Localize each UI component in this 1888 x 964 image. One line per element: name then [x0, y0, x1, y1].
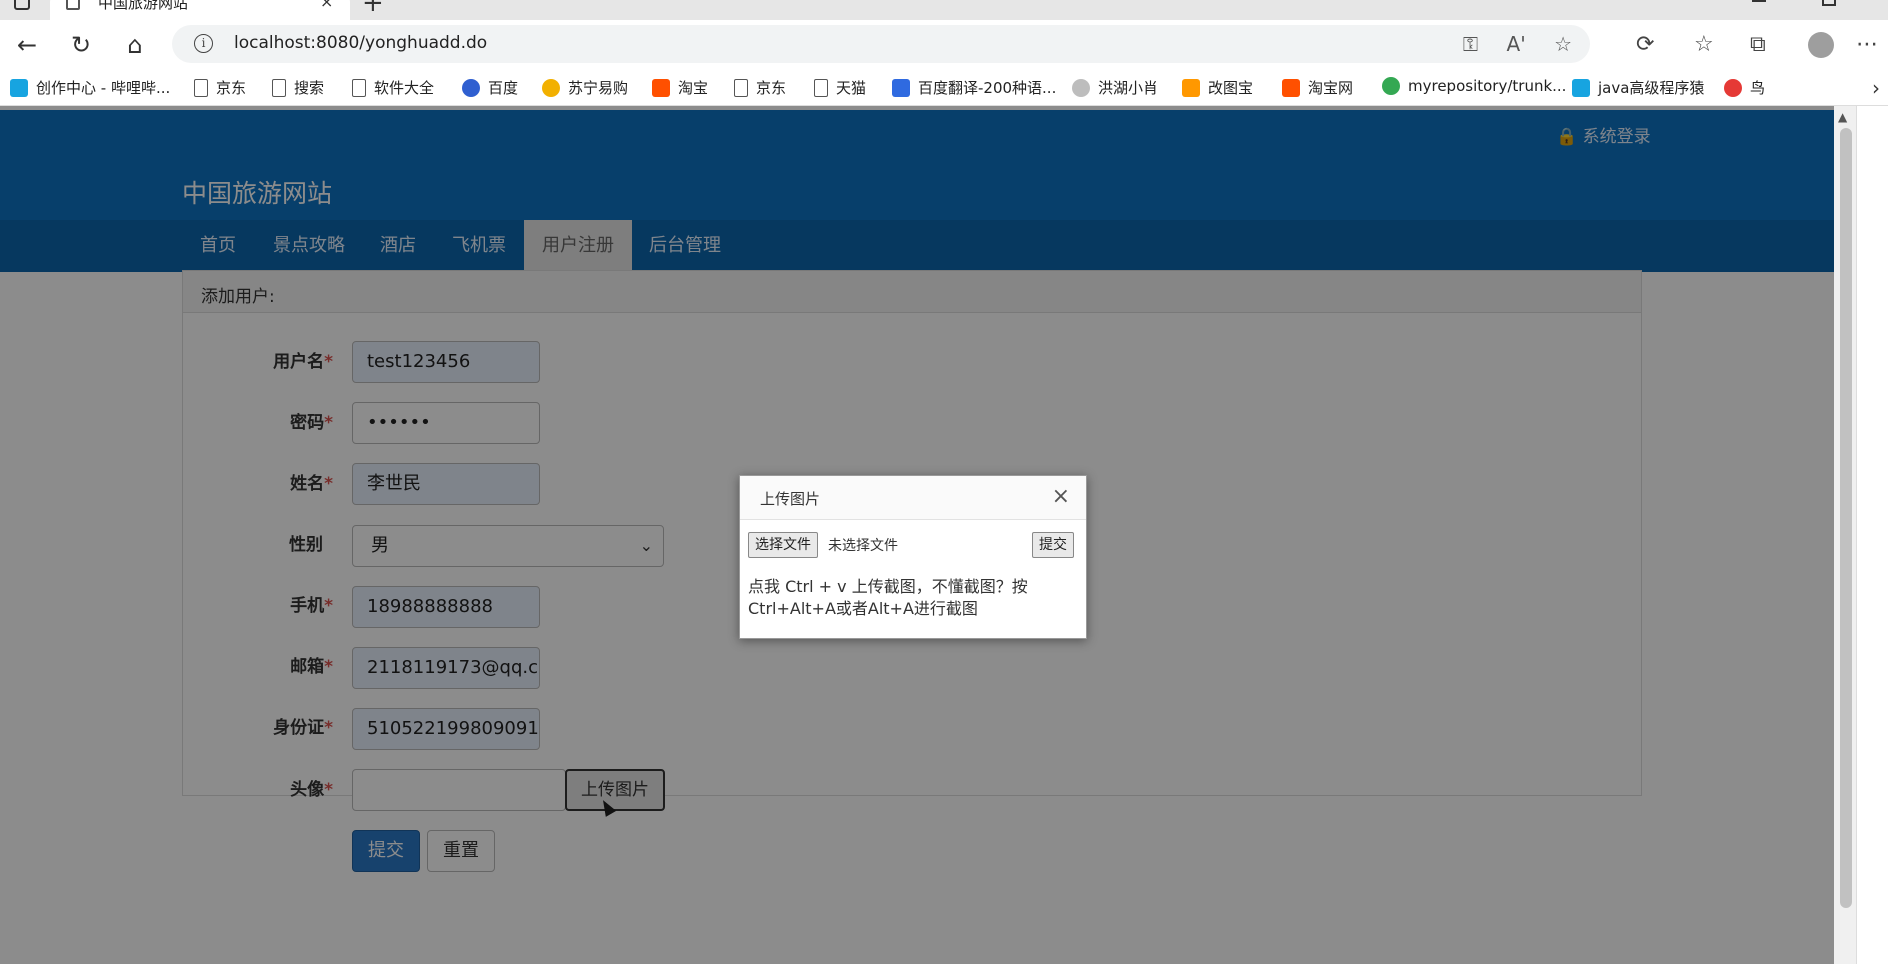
bookmark-item[interactable]: 软件大全	[352, 77, 434, 98]
extensions-icon[interactable]: ⟳	[1636, 32, 1654, 57]
back-icon[interactable]: ←	[12, 30, 42, 60]
chrome-icon	[1382, 77, 1400, 95]
url-text[interactable]: localhost:8080/yonghuadd.do	[234, 33, 487, 53]
reload-icon[interactable]: ↻	[66, 30, 96, 60]
tab-actions-icon[interactable]	[14, 0, 30, 10]
minimize-icon[interactable]	[1752, 0, 1766, 2]
add-favorite-icon[interactable]: ☆	[1554, 32, 1572, 56]
tab-title: 中国旅游网站	[98, 0, 189, 12]
home-icon[interactable]: ⌂	[120, 30, 150, 60]
bookmark-item[interactable]: 百度	[462, 77, 518, 98]
dialog-title: 上传图片	[760, 490, 821, 508]
bookmark-item[interactable]: 洪湖小肖	[1072, 77, 1158, 98]
doc-icon	[352, 78, 366, 97]
collections-icon[interactable]: ⧉	[1750, 32, 1766, 57]
doc-icon	[194, 78, 208, 97]
bookmark-item[interactable]: java高级程序猿	[1572, 77, 1704, 98]
bookmark-item[interactable]: 改图宝	[1182, 77, 1253, 98]
address-toolbar: ← ↻ ⌂ i localhost:8080/yonghuadd.do ⚿ A'…	[0, 20, 1888, 70]
taobao-icon	[652, 78, 670, 97]
close-icon[interactable]: ×	[1052, 484, 1070, 509]
dialog-submit-button[interactable]: 提交	[1032, 532, 1074, 558]
upload-image-dialog: 上传图片 × 选择文件 未选择文件 提交 点我 Ctrl + v 上传截图，不懂…	[739, 475, 1087, 639]
dialog-header: 上传图片 ×	[740, 476, 1086, 520]
suning-icon	[542, 78, 560, 97]
scrollbar-thumb[interactable]	[1840, 128, 1852, 908]
read-aloud-icon[interactable]: A'	[1507, 32, 1526, 56]
bilibili-icon	[1572, 78, 1590, 97]
bookmarks-bar: 创作中心 - 哔哩哔... 京东 搜索 软件大全 百度 苏宁易购 淘宝 京东 天…	[0, 70, 1888, 106]
bookmark-item[interactable]: 创作中心 - 哔哩哔...	[10, 77, 170, 98]
gaitubao-icon	[1182, 78, 1200, 97]
bookmark-item[interactable]: myrepository/trunk...	[1382, 77, 1566, 95]
bookmark-item[interactable]: 淘宝网	[1282, 77, 1353, 98]
doc-icon	[272, 78, 286, 97]
bookmark-item[interactable]: 鸟	[1724, 77, 1765, 98]
favorites-icon[interactable]: ☆	[1694, 32, 1714, 57]
translate-icon	[892, 78, 910, 97]
page-viewport: 中国旅游网站 🔒 系统登录 首页 景点攻略 酒店 飞机票 用户注册 后台管理 添…	[0, 106, 1888, 964]
address-field[interactable]: i localhost:8080/yonghuadd.do ⚿ A' ☆	[172, 25, 1590, 63]
paste-hint-text[interactable]: 点我 Ctrl + v 上传截图，不懂截图？按 Ctrl+Alt+A或者Alt+…	[748, 576, 1078, 620]
site-info-icon[interactable]: i	[194, 34, 213, 53]
bird-icon	[1724, 78, 1742, 97]
bookmark-item[interactable]: 百度翻译-200种语...	[892, 77, 1056, 98]
bookmark-item[interactable]: 天猫	[814, 77, 866, 98]
bookmark-item[interactable]: 苏宁易购	[542, 77, 628, 98]
choose-file-button[interactable]: 选择文件	[748, 532, 818, 558]
close-tab-icon[interactable]: ×	[320, 0, 333, 11]
edge-sidebar: +	[1856, 106, 1888, 964]
page-favicon-icon	[66, 0, 80, 10]
more-menu-icon[interactable]: ⋯	[1856, 32, 1878, 57]
scroll-up-arrow-icon[interactable]: ▲	[1838, 110, 1847, 124]
password-key-icon[interactable]: ⚿	[1463, 32, 1478, 56]
browser-tab[interactable]	[50, 0, 350, 20]
baidu-icon	[462, 78, 480, 97]
bookmarks-overflow-icon[interactable]: ›	[1872, 76, 1880, 100]
tab-strip: 中国旅游网站 × +	[0, 0, 1888, 20]
profile-avatar-icon[interactable]	[1808, 32, 1834, 58]
bookmark-item[interactable]: 淘宝	[652, 77, 708, 98]
maximize-icon[interactable]	[1822, 0, 1836, 6]
bilibili-icon	[10, 78, 28, 97]
taobao-icon	[1282, 78, 1300, 97]
file-status-label: 未选择文件	[828, 538, 898, 554]
address-actions: ⚿ A' ☆	[1441, 32, 1572, 56]
doc-icon	[814, 78, 828, 97]
bird-icon	[1072, 78, 1090, 97]
new-tab-icon[interactable]: +	[362, 0, 384, 18]
bookmark-item[interactable]: 搜索	[272, 77, 324, 98]
doc-icon	[734, 78, 748, 97]
bookmark-item[interactable]: 京东	[194, 77, 246, 98]
bookmark-item[interactable]: 京东	[734, 77, 786, 98]
